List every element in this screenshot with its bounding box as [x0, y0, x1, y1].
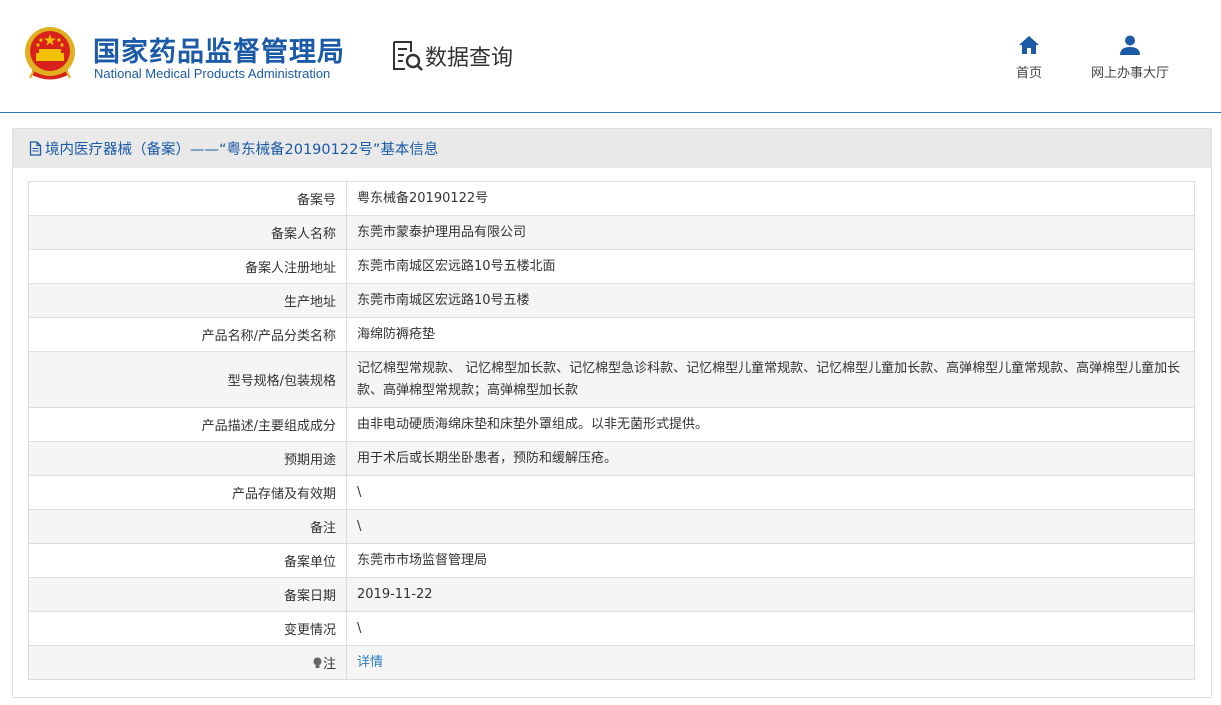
home-icon — [1019, 36, 1039, 54]
row-value: \ — [346, 509, 1195, 544]
table-row: 注 详情 — [28, 645, 1195, 680]
table-row: 生产地址 东莞市南城区宏远路10号五楼 — [28, 283, 1195, 318]
document-search-icon — [393, 41, 423, 71]
row-label: 产品名称/产品分类名称 — [28, 317, 347, 352]
row-value-cell: 详情 — [346, 645, 1195, 680]
info-table: 备案号 粤东械备20190122号 备案人名称 东莞市蒙泰护理用品有限公司 备案… — [28, 181, 1195, 680]
user-icon — [1120, 35, 1140, 55]
nav-home-label: 首页 — [1015, 66, 1042, 81]
table-row: 型号规格/包装规格 记忆棉型常规款、 记忆棉型加长款、记忆棉型急诊科款、记忆棉型… — [28, 351, 1195, 408]
row-value: 东莞市市场监督管理局 — [346, 543, 1195, 578]
row-label: 预期用途 — [28, 441, 347, 476]
detail-panel: 境内医疗器械（备案）——“粤东械备20190122号”基本信息 备案号 粤东械备… — [12, 128, 1212, 698]
table-row: 预期用途 用于术后或长期坐卧患者，预防和缓解压疮。 — [28, 441, 1195, 476]
data-query-section: 数据查询 — [391, 40, 513, 72]
section-title: 数据查询 — [425, 46, 514, 71]
row-value: 用于术后或长期坐卧患者，预防和缓解压疮。 — [346, 441, 1195, 476]
nav-online-service-hall[interactable]: 网上办事大厅 — [1085, 34, 1175, 81]
row-label: 型号规格/包装规格 — [28, 351, 347, 408]
table-row: 产品存储及有效期 \ — [28, 475, 1195, 510]
panel-title-bar: 境内医疗器械（备案）——“粤东械备20190122号”基本信息 — [13, 129, 1211, 168]
table-row: 变更情况 \ — [28, 611, 1195, 646]
note-label-cell: 注 — [28, 645, 347, 680]
row-value: \ — [346, 475, 1195, 510]
row-label: 备案人名称 — [28, 215, 347, 250]
row-label: 备注 — [28, 509, 347, 544]
row-value: 东莞市蒙泰护理用品有限公司 — [346, 215, 1195, 250]
national-emblem-icon — [25, 27, 75, 80]
row-label: 备案号 — [28, 181, 347, 216]
lightbulb-icon — [313, 657, 322, 668]
document-icon — [29, 141, 42, 156]
table-row: 产品名称/产品分类名称 海绵防褥疮垫 — [28, 317, 1195, 352]
table-row: 备案单位 东莞市市场监督管理局 — [28, 543, 1195, 578]
row-label: 注 — [322, 657, 336, 672]
row-label: 备案人注册地址 — [28, 249, 347, 284]
row-value: 记忆棉型常规款、 记忆棉型加长款、记忆棉型急诊科款、记忆棉型儿童常规款、记忆棉型… — [346, 351, 1195, 408]
brand-name-en: National Medical Products Administration — [94, 66, 331, 81]
row-label: 产品描述/主要组成成分 — [28, 407, 347, 442]
row-value: 东莞市南城区宏远路10号五楼北面 — [346, 249, 1195, 284]
row-value: 粤东械备20190122号 — [346, 181, 1195, 216]
row-label: 备案单位 — [28, 543, 347, 578]
row-label: 备案日期 — [28, 577, 347, 612]
panel-title: 境内医疗器械（备案）——“粤东械备20190122号”基本信息 — [45, 142, 439, 158]
nav-home[interactable]: 首页 — [1010, 34, 1048, 81]
table-row: 备案号 粤东械备20190122号 — [28, 181, 1195, 216]
row-value: 2019-11-22 — [346, 577, 1195, 612]
row-value: 海绵防褥疮垫 — [346, 317, 1195, 352]
row-label: 生产地址 — [28, 283, 347, 318]
details-link[interactable]: 详情 — [357, 655, 383, 670]
row-value: 东莞市南城区宏远路10号五楼 — [346, 283, 1195, 318]
table-row: 产品描述/主要组成成分 由非电动硬质海绵床垫和床垫外罩组成。以非无菌形式提供。 — [28, 407, 1195, 442]
site-header: 国家药品监督管理局 National Medical Products Admi… — [0, 0, 1221, 113]
row-label: 产品存储及有效期 — [28, 475, 347, 510]
row-value: 由非电动硬质海绵床垫和床垫外罩组成。以非无菌形式提供。 — [346, 407, 1195, 442]
nav-hall-label: 网上办事大厅 — [1090, 66, 1169, 81]
table-row: 备案人注册地址 东莞市南城区宏远路10号五楼北面 — [28, 249, 1195, 284]
brand-name-cn: 国家药品监督管理局 — [93, 37, 345, 68]
row-value: \ — [346, 611, 1195, 646]
table-row: 备注 \ — [28, 509, 1195, 544]
table-row: 备案人名称 东莞市蒙泰护理用品有限公司 — [28, 215, 1195, 250]
row-label: 变更情况 — [28, 611, 347, 646]
table-row: 备案日期 2019-11-22 — [28, 577, 1195, 612]
